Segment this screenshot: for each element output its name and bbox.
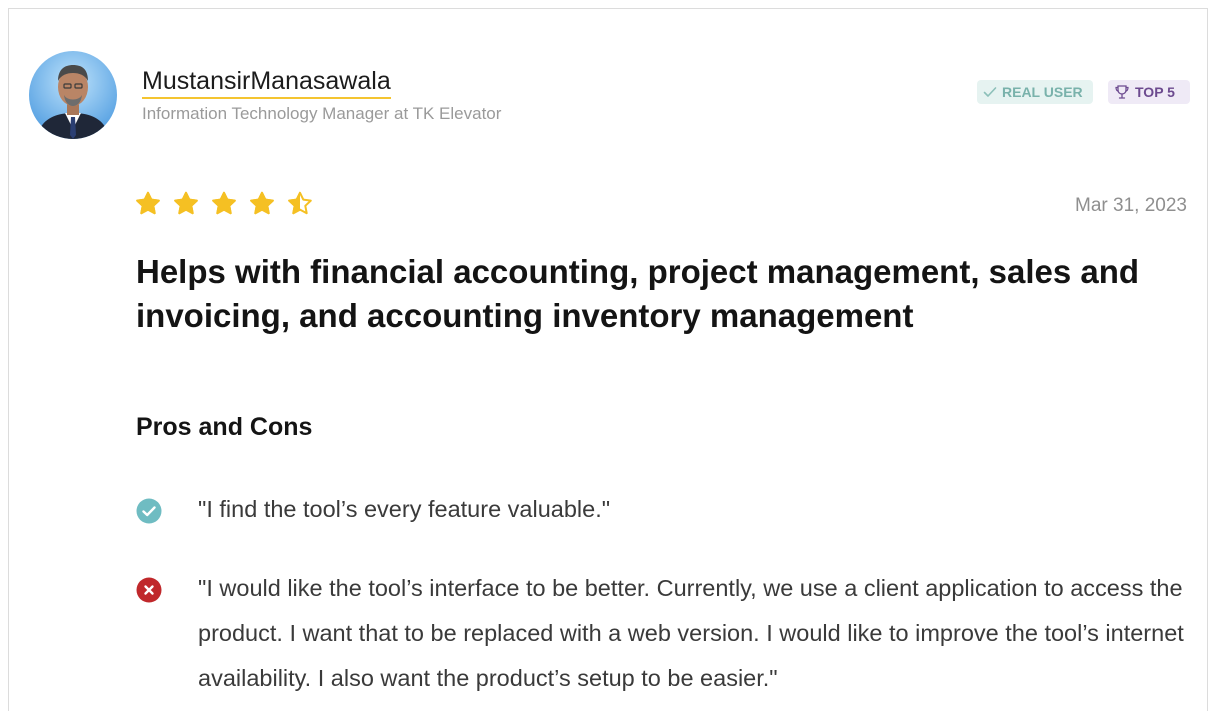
review-date: Mar 31, 2023 [1075,195,1187,216]
star-full-icon [136,191,160,215]
top-reviewer-badge: TOP 5 [1108,80,1190,104]
checkmark-icon [983,86,997,98]
pro-text: "I find the tool’s every feature valuabl… [198,496,611,522]
star-rating [135,191,313,217]
trophy-icon [1114,84,1130,100]
top-label: TOP 5 [1135,84,1175,100]
star-full-icon [250,191,274,215]
con-item: "I would like the tool’s interface to be… [136,574,1198,701]
pros-cons-heading: Pros and Cons [136,413,313,441]
star-full-icon [212,191,236,215]
avatar-photo [29,51,117,139]
avatar[interactable] [29,51,117,139]
review-card: MustansirManasawala Information Technolo… [8,8,1208,711]
reviewer-job-title: Information Technology Manager at TK Ele… [142,104,502,123]
con-text: "I would like the tool’s interface to be… [198,575,1184,691]
reviewer-name[interactable]: MustansirManasawala [142,65,391,99]
star-full-icon [174,191,198,215]
real-user-badge: REAL USER [977,80,1093,104]
review-headline: Helps with financial accounting, project… [136,253,1140,334]
x-circle-icon [136,577,162,603]
check-circle-icon [136,498,162,524]
star-half-icon [288,191,312,215]
pro-item: "I find the tool’s every feature valuabl… [136,495,1198,532]
real-user-label: REAL USER [1002,84,1083,100]
